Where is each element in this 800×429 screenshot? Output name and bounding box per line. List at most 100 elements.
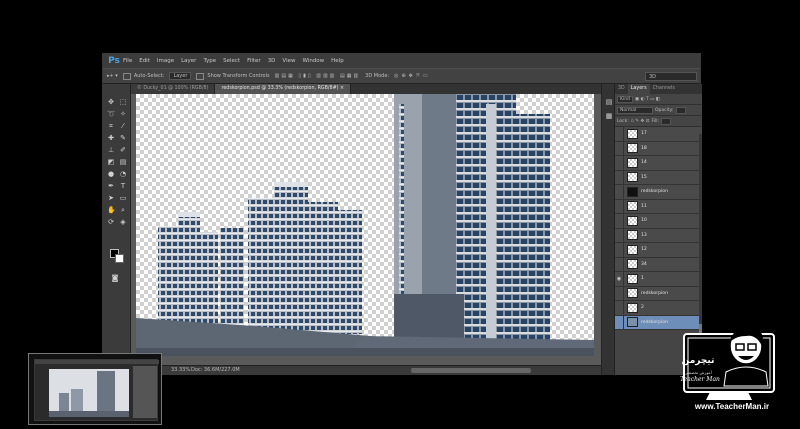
properties-panel-icon[interactable]: ▦ — [605, 112, 613, 120]
layer-row[interactable]: 11 — [615, 199, 702, 214]
path-selection-icon[interactable]: ➤ — [107, 194, 115, 202]
fill-label: Fill: — [651, 118, 659, 124]
layer-list: 17 18 14 15 redskorpion 11 10 13 12 34 ◉ 1 redskorpi… — [615, 126, 702, 330]
eye-icon[interactable] — [615, 155, 624, 170]
canvas-area[interactable] — [131, 94, 601, 365]
panel-tab-3d[interactable]: 3D — [615, 84, 628, 94]
hand-tool-icon[interactable]: ✋ — [107, 206, 116, 214]
layer-name: 14 — [641, 160, 647, 166]
blur-icon[interactable]: ● — [107, 170, 115, 178]
layer-row[interactable]: 14 — [615, 155, 702, 171]
eye-icon[interactable] — [615, 300, 624, 315]
mode-3d-icons[interactable]: ◎⊕✥⤧▭ — [394, 73, 430, 79]
eye-icon[interactable] — [615, 228, 624, 243]
opacity-input[interactable] — [675, 106, 686, 114]
layer-row[interactable]: redskorpion — [615, 184, 702, 200]
layer-name: 2 — [641, 305, 644, 311]
dodge-icon[interactable]: ◔ — [119, 170, 127, 178]
menu-file[interactable]: File — [123, 58, 132, 64]
document-tab[interactable]: © Ducky_01 @ 100% (RGB/8) — [131, 84, 216, 94]
eye-icon[interactable] — [615, 184, 624, 199]
logo-persian-subtitle: آموزش تخصصی — [684, 370, 712, 375]
layer-row[interactable]: 13 — [615, 228, 702, 243]
layer-row[interactable]: redskorpion — [615, 286, 702, 301]
layer-name: 12 — [641, 247, 647, 253]
eye-icon[interactable] — [615, 242, 624, 257]
pen-tool-icon[interactable]: ✒ — [107, 182, 115, 190]
layer-row[interactable]: 15 — [615, 170, 702, 185]
menu-view[interactable]: View — [282, 58, 295, 64]
history-panel-icon[interactable]: ▤ — [605, 98, 613, 106]
3d-rotate-icon[interactable]: ⟳ — [107, 218, 115, 226]
align-icons[interactable]: ▥▤▦ ▯▮▯ ▥▥▥ ▤▦▥ — [275, 73, 361, 79]
move-tool-icon[interactable]: ✥ — [107, 98, 115, 106]
clone-stamp-icon[interactable]: ⊥ — [107, 146, 115, 154]
healing-brush-icon[interactable]: ✚ — [107, 134, 115, 142]
marquee-tool-icon[interactable]: ⬚ — [119, 98, 127, 106]
lock-icons[interactable]: ▫ ✎ ✥ ⊡ — [631, 119, 650, 124]
layer-row[interactable]: 34 — [615, 257, 702, 272]
eraser-icon[interactable]: ◩ — [107, 158, 115, 166]
document-tab[interactable]: redskorpion.psd @ 33.3% (redskorpion, RG… — [215, 84, 352, 94]
filter-icons[interactable]: ▣ ◐ T ▭ ◧ — [635, 97, 660, 102]
auto-select-dropdown[interactable]: Layer — [169, 72, 192, 80]
screen: Ps File Edit Image Layer Type Select Filter 3D V… — [0, 0, 800, 429]
blend-mode-dropdown[interactable]: Normal — [617, 106, 653, 114]
eye-icon[interactable]: ◉ — [615, 271, 624, 286]
menu-window[interactable]: Window — [302, 58, 324, 64]
tools-panel: ✥ ⬚ ➰ ✧ ⌗ ⁄ ✚ ✎ ⊥ ✐ ◩ ▤ ● ◔ ✒ T ➤ ▭ ✋ ⌕ … — [103, 84, 131, 375]
quick-mask-icon[interactable]: ◙ — [111, 274, 119, 282]
history-brush-icon[interactable]: ✐ — [119, 146, 127, 154]
menu-image[interactable]: Image — [157, 58, 174, 64]
auto-select-checkbox[interactable] — [122, 72, 131, 80]
layer-row[interactable]: 18 — [615, 141, 702, 156]
lasso-tool-icon[interactable]: ➰ — [107, 110, 116, 118]
eyedropper-icon[interactable]: ⁄ — [119, 122, 127, 130]
move-tool-preset[interactable]: ▸+ ▾ — [107, 73, 118, 79]
menu-3d[interactable]: 3D — [268, 58, 276, 64]
layer-row[interactable]: 12 — [615, 242, 702, 258]
building-group-left — [158, 182, 362, 334]
lock-row: Lock: ▫ ✎ ✥ ⊡ Fill: — [615, 116, 702, 127]
layer-thumbnail — [627, 201, 638, 212]
panel-tab-layers[interactable]: Layers — [627, 84, 650, 94]
workspace-switcher[interactable]: 3D — [645, 72, 697, 81]
menu-filter[interactable]: Filter — [247, 58, 261, 64]
menu-type[interactable]: Type — [203, 58, 216, 64]
menu-edit[interactable]: Edit — [139, 58, 150, 64]
eye-icon[interactable] — [615, 170, 624, 185]
teacherman-logo: تیچرمن آموزش تخصصی Teacher Man www.Teach… — [676, 316, 788, 428]
menu-layer[interactable]: Layer — [181, 58, 196, 64]
crop-tool-icon[interactable]: ⌗ — [107, 122, 115, 130]
transform-controls-checkbox[interactable] — [196, 72, 205, 80]
background-color-swatch[interactable] — [115, 254, 124, 263]
panel-tab-channels[interactable]: Channels — [650, 84, 678, 94]
layer-thumbnail — [627, 215, 638, 226]
layer-row[interactable]: 2 — [615, 300, 702, 316]
zoom-level[interactable]: 33.33% — [171, 367, 190, 373]
eye-icon[interactable] — [615, 257, 624, 272]
brush-tool-icon[interactable]: ✎ — [119, 134, 127, 142]
gradient-icon[interactable]: ▤ — [119, 158, 127, 166]
fill-input[interactable] — [660, 117, 671, 125]
menu-select[interactable]: Select — [223, 58, 240, 64]
zoom-tool-icon[interactable]: ⌕ — [119, 206, 127, 214]
eye-icon[interactable] — [615, 213, 624, 228]
layer-name: 11 — [641, 203, 647, 209]
eye-icon[interactable] — [615, 199, 624, 214]
eye-icon[interactable] — [615, 126, 624, 141]
document-canvas[interactable] — [136, 94, 594, 356]
layer-row[interactable]: 17 — [615, 126, 702, 142]
menu-help[interactable]: Help — [331, 58, 344, 64]
type-tool-icon[interactable]: T — [119, 182, 127, 190]
eye-icon[interactable] — [615, 315, 624, 330]
layer-kind-filter[interactable]: Kind — [617, 95, 633, 103]
3d-camera-icon[interactable]: ◈ — [119, 218, 127, 226]
eye-icon[interactable] — [615, 141, 624, 156]
layer-row[interactable]: ◉ 1 — [615, 271, 702, 287]
eye-icon[interactable] — [615, 286, 624, 301]
horizontal-scrollbar[interactable] — [411, 368, 531, 373]
magic-wand-icon[interactable]: ✧ — [119, 110, 127, 118]
shape-tool-icon[interactable]: ▭ — [119, 194, 127, 202]
layer-row[interactable]: 10 — [615, 213, 702, 229]
